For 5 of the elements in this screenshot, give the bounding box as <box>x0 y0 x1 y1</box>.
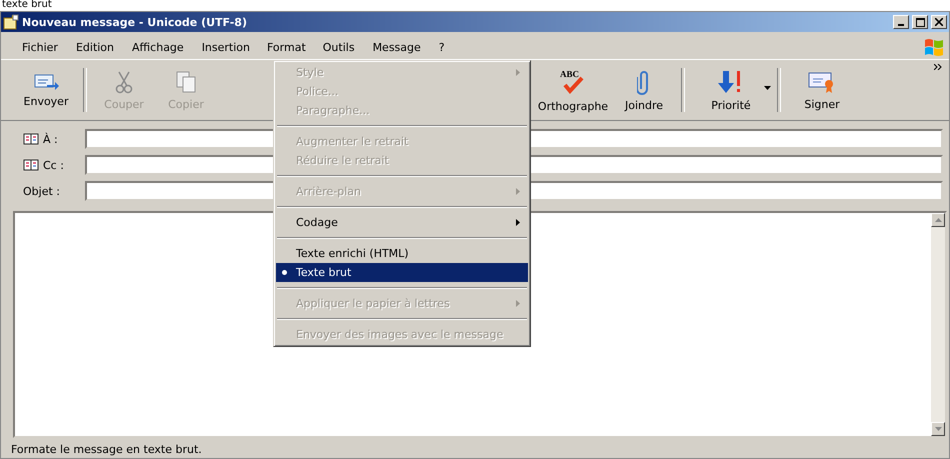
field-label: À : <box>43 132 58 146</box>
window-title: Nouveau message - Unicode (UTF-8) <box>22 16 248 28</box>
field-label: Objet : <box>23 184 60 198</box>
status-text: Formate le message en texte brut. <box>10 442 203 458</box>
field-label: Cc : <box>43 158 64 172</box>
